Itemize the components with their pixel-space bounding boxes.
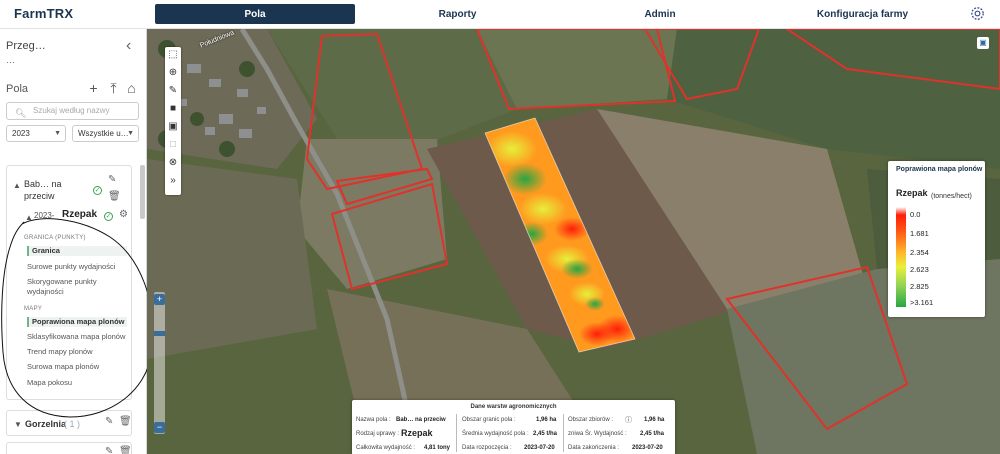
select-rectangle-icon[interactable]: ⬚ (167, 49, 179, 61)
home-icon[interactable]: ⌂ (125, 81, 138, 95)
sidebar-scrollbar[interactable] (140, 165, 145, 219)
info-avg-harvest-label: zniwa Śr. Wydajność : (568, 431, 627, 437)
hand-drawn-circle-annotation (1, 218, 154, 418)
info-end-date-value: 2023-07-20 (632, 445, 663, 451)
legend-crop: Rzepak (896, 188, 928, 198)
info-total-yield-label: Całkowita wydajność : (356, 445, 416, 451)
bookmark-icon[interactable]: ■ (167, 103, 179, 115)
search-icon: 🔍︎ (15, 108, 27, 118)
screen-icon[interactable]: ▣ (977, 37, 989, 49)
target-icon[interactable]: ⊕ (167, 67, 179, 79)
edit-icon[interactable]: ✎ (105, 446, 113, 454)
chevron-up-icon[interactable]: ▲ (13, 181, 21, 190)
info-avg-yield-value: 2,45 t/ha (533, 431, 558, 437)
year-select[interactable]: 2023 ▼ (6, 125, 66, 142)
info-crop-value: Rzepak (401, 428, 433, 438)
info-field-name-value: Bab… na przeciw (396, 417, 446, 423)
filter-select-value: Wszystkie u… (78, 129, 129, 138)
info-field-name-label: Nazwa pola : (356, 417, 391, 423)
chevron-down-icon: ▼ (127, 130, 134, 137)
info-avg-yield-label: Średnia wydajność pola : (462, 431, 529, 437)
map-view[interactable]: Południowa ⬚ ⊕ ✎ ■ ▣ □ ⊗ » + − ▣ Poprawi… (147, 29, 1000, 454)
divider (456, 414, 457, 452)
zoom-slider-handle[interactable] (154, 331, 165, 336)
filter-select[interactable]: Wszystkie u… ▼ (72, 125, 139, 142)
add-icon[interactable]: + (87, 81, 100, 95)
legend-label: 2.354 (910, 248, 929, 257)
legend-label: 0.0 (910, 210, 921, 219)
agronomic-data-panel: Dane warstw agronomicznych Nazwa pola : … (352, 400, 675, 454)
info-total-yield-value: 4,81 tony (424, 445, 451, 451)
chevron-down-icon: ▼ (54, 130, 61, 137)
nav-tab-pola[interactable]: Pola (155, 4, 355, 24)
trash-icon[interactable]: 🗑︎ (119, 446, 132, 454)
double-chevron-right-icon[interactable]: » (167, 175, 179, 187)
trash-icon[interactable]: 🗑︎ (108, 191, 121, 202)
legend-label: 2.825 (910, 282, 929, 291)
year-select-value: 2023 (12, 129, 30, 138)
satellite-background (147, 29, 1000, 454)
legend-color-ramp (896, 207, 906, 307)
cancel-icon[interactable]: ⊗ (167, 157, 179, 169)
info-end-date-label: Data zakończenia : (568, 445, 620, 451)
draw-toolbar: ⬚ ⊕ ✎ ■ ▣ □ ⊗ » (165, 47, 181, 195)
legend-label: 1.681 (910, 229, 929, 238)
info-harvest-area-label: Obszar zbiorów : (568, 417, 614, 423)
nav-tab-konfiguracja[interactable]: Konfiguracja farmy (780, 4, 945, 24)
legend-title: Poprawiona mapa plonów (896, 166, 983, 173)
zoom-out-button[interactable]: − (154, 422, 165, 433)
pencil-icon[interactable]: ✎ (167, 85, 179, 97)
yield-legend: Poprawiona mapa plonów Rzepak (tonnes/he… (888, 161, 985, 317)
info-boundary-area-label: Obszar granic pola : (462, 417, 516, 423)
search-input[interactable]: Szukaj według nazwy 🔍︎ (6, 102, 139, 120)
nav-tab-admin[interactable]: Admin (580, 4, 740, 24)
fields-section-label: Pola (6, 83, 29, 95)
field-name[interactable]: Bab… na przeciw (24, 178, 82, 202)
check-circle-icon: ✓ (93, 186, 102, 195)
field-group-next[interactable]: ✎ 🗑︎ (6, 442, 132, 454)
legend-label: >3.161 (910, 298, 934, 307)
sidebar-title: Przeg… (6, 40, 46, 52)
collapse-sidebar-icon[interactable]: ‹ (126, 37, 131, 55)
save-icon[interactable]: □ (167, 139, 179, 151)
settings-gear-icon[interactable] (969, 5, 986, 22)
info-start-date-value: 2023-07-20 (524, 445, 555, 451)
info-circle-icon[interactable]: ⓘ (625, 415, 632, 425)
info-harvest-area-value: 1,96 ha (644, 417, 665, 423)
top-bar: FarmTRX Pola Raporty Admin Konfiguracja … (0, 0, 1000, 29)
sidebar-subtitle: … (6, 55, 15, 65)
app-logo[interactable]: FarmTRX (14, 6, 73, 21)
legend-unit: (tonnes/hect) (931, 193, 972, 200)
info-boundary-area-value: 1,96 ha (536, 417, 557, 423)
zoom-in-button[interactable]: + (154, 294, 165, 305)
divider (563, 414, 564, 452)
zoom-control: + − (154, 292, 165, 434)
legend-label: 2.623 (910, 265, 929, 274)
nav-tab-raporty[interactable]: Raporty (380, 4, 535, 24)
layer-icon[interactable]: ▣ (167, 121, 179, 133)
info-title: Dane warstw agronomicznych (470, 404, 557, 410)
upload-icon[interactable]: ⤒ (107, 81, 120, 95)
edit-icon[interactable]: ✎ (108, 174, 116, 185)
info-start-date-label: Data rozpoczęcia : (462, 445, 512, 451)
info-avg-harvest-value: 2,45 t/ha (640, 431, 665, 437)
info-crop-label: Rodzaj uprawy : (356, 431, 400, 437)
